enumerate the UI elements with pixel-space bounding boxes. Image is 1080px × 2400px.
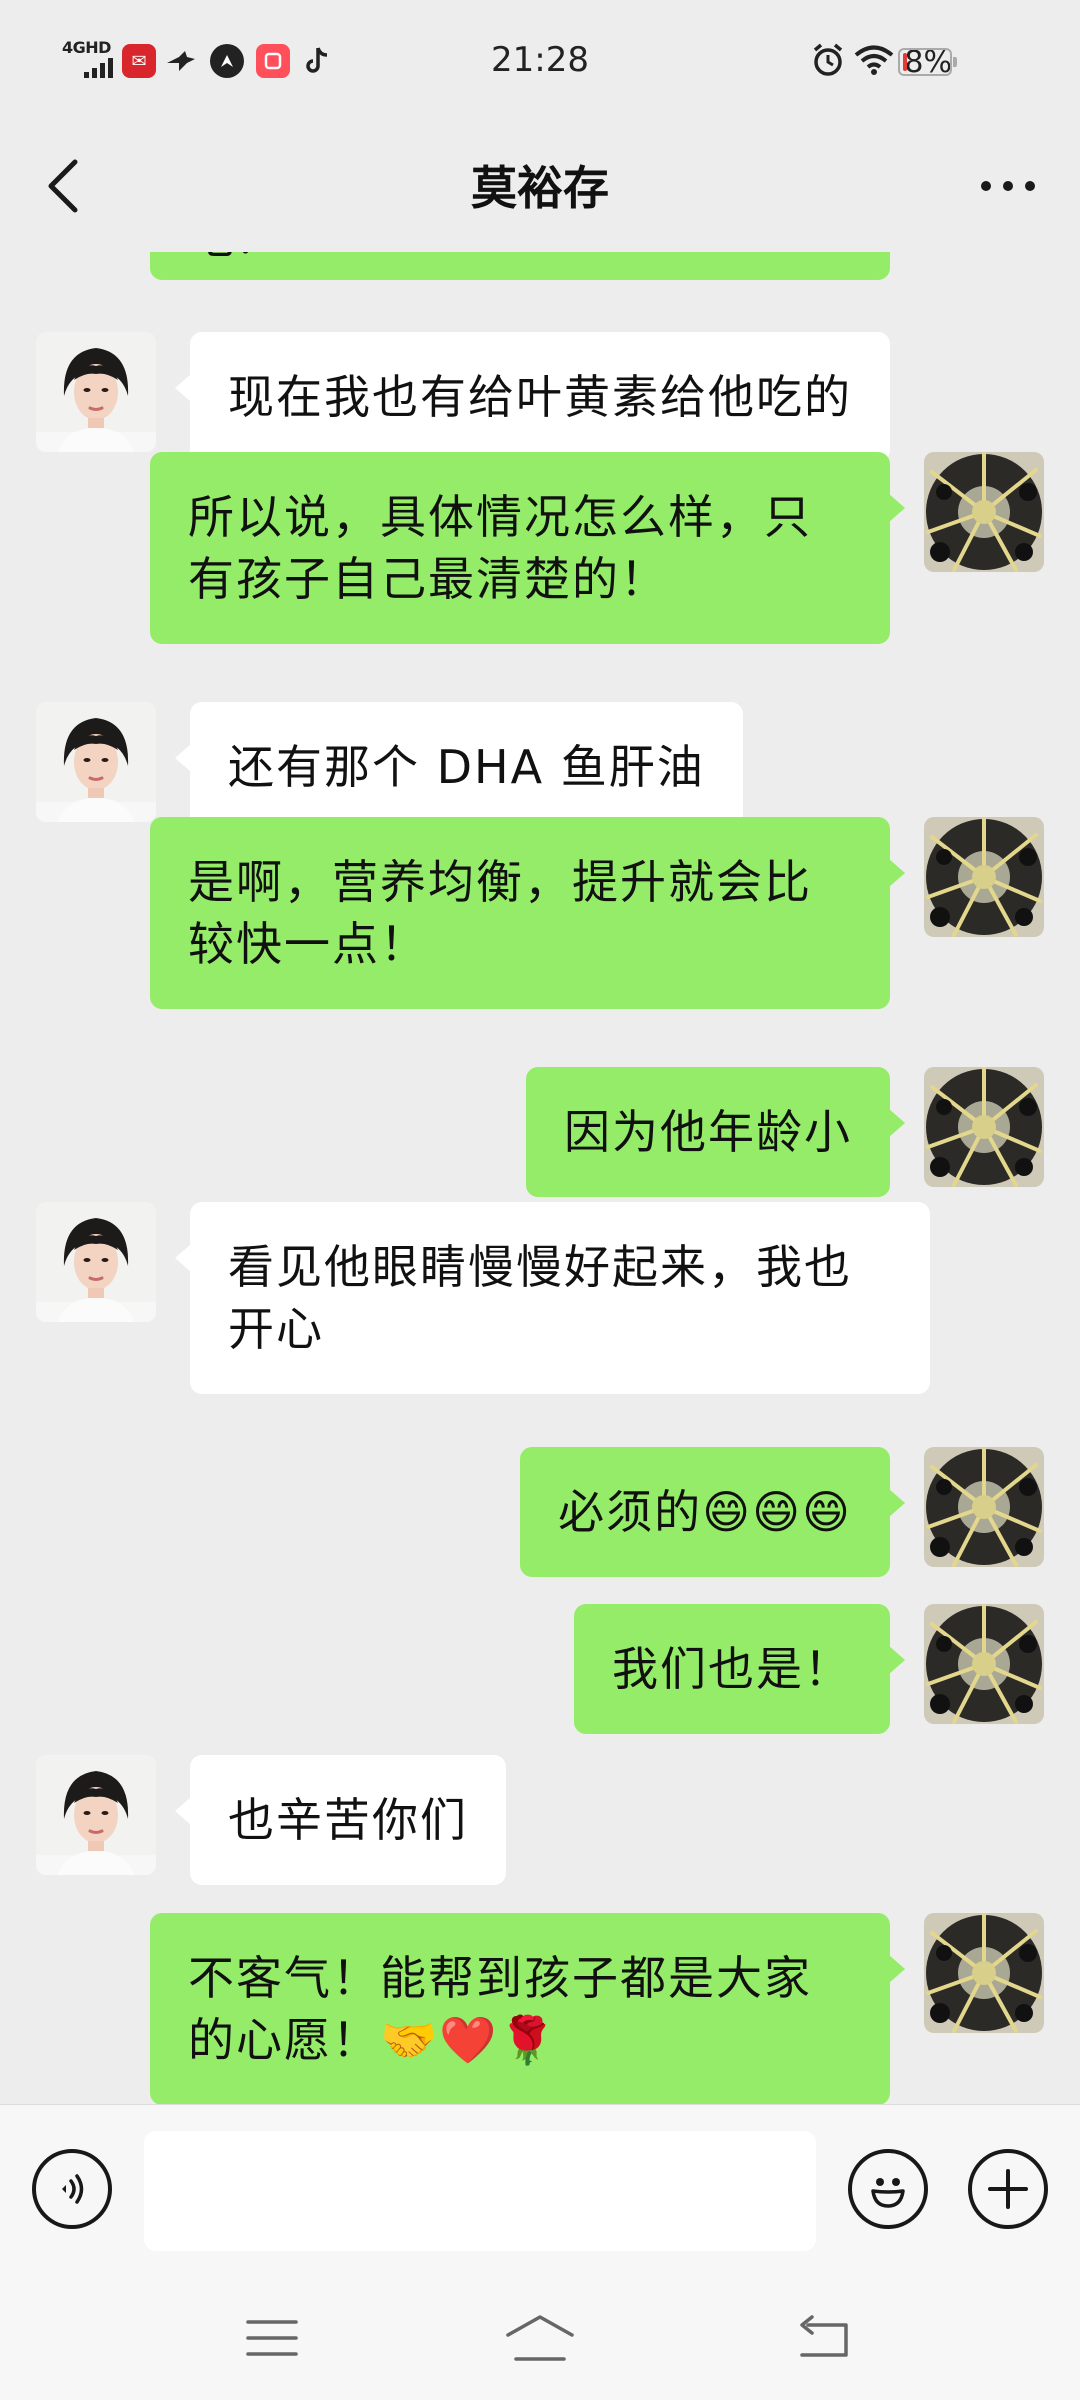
- chat-title: 莫裕存: [471, 161, 609, 215]
- voice-button[interactable]: [32, 2149, 112, 2229]
- wifi-icon: [854, 44, 894, 80]
- contact-avatar[interactable]: [36, 1755, 156, 1875]
- my-avatar[interactable]: [924, 452, 1044, 572]
- message-bubble[interactable]: 吧！: [150, 252, 890, 280]
- home-icon: [506, 2315, 574, 2361]
- message-text: 我们也是！: [612, 1642, 852, 1696]
- system-navigation-bar: [0, 2276, 1080, 2400]
- battery-icon: [898, 48, 957, 76]
- message-bubble[interactable]: 我们也是！: [574, 1604, 905, 1734]
- message-text: 也辛苦你们: [228, 1793, 468, 1847]
- chat-header: 莫裕存: [0, 120, 1080, 252]
- recent-apps-button[interactable]: [222, 2296, 322, 2380]
- home-button[interactable]: [490, 2296, 590, 2380]
- contact-avatar[interactable]: [36, 332, 156, 452]
- chevron-left-icon: [48, 159, 78, 213]
- contact-avatar[interactable]: [36, 702, 156, 822]
- alarm-icon: [812, 43, 844, 81]
- message-bubble[interactable]: 现在我也有给叶黄素给他吃的: [175, 332, 890, 462]
- message-bubble[interactable]: 看见他眼睛慢慢好起来，我也开心: [175, 1202, 930, 1394]
- battery-fill: [903, 53, 907, 71]
- message-bubble[interactable]: 因为他年龄小: [526, 1067, 905, 1197]
- more-button[interactable]: [958, 148, 1058, 224]
- status-bar: 4GHD ✉ 21:28 8%: [0, 0, 1080, 120]
- back-icon: [800, 2315, 848, 2357]
- more-dots-icon: [981, 181, 1035, 191]
- input-bar: [0, 2104, 1080, 2277]
- my-avatar[interactable]: [924, 1447, 1044, 1567]
- message-text: 看见他眼睛慢慢好起来，我也开心: [228, 1240, 852, 1356]
- system-back-button[interactable]: [774, 2296, 874, 2380]
- plus-button[interactable]: [968, 2149, 1048, 2229]
- message-bubble[interactable]: 所以说，具体情况怎么样，只有孩子自己最清楚的！: [150, 452, 905, 644]
- message-text: 现在我也有给叶黄素给他吃的: [228, 370, 852, 424]
- emoji-button[interactable]: [848, 2149, 928, 2229]
- my-avatar[interactable]: [924, 1604, 1044, 1724]
- message-text: 不客气！能帮到孩子都是大家的心愿！🤝❤️🌹: [188, 1951, 812, 2067]
- message-text: 是啊，营养均衡，提升就会比较快一点！: [188, 855, 812, 971]
- back-button[interactable]: [24, 148, 100, 224]
- my-avatar[interactable]: [924, 1913, 1044, 2033]
- message-list[interactable]: 吧！ 现在我也有给叶黄素给他吃的 所以说，具体情况怎么样，只有孩子自己最清楚的！: [0, 252, 1080, 2104]
- message-bubble[interactable]: 还有那个 DHA 鱼肝油: [175, 702, 743, 832]
- message-text: 因为他年龄小: [564, 1105, 852, 1159]
- my-avatar[interactable]: [924, 1067, 1044, 1187]
- message-text: 还有那个 DHA 鱼肝油: [228, 740, 705, 794]
- contact-avatar[interactable]: [36, 1202, 156, 1322]
- message-input[interactable]: [144, 2131, 816, 2251]
- my-avatar[interactable]: [924, 817, 1044, 937]
- message-bubble[interactable]: 是啊，营养均衡，提升就会比较快一点！: [150, 817, 905, 1009]
- emoji-icon: [871, 2178, 905, 2208]
- message-text: 吧！: [188, 252, 280, 268]
- menu-icon: [246, 2320, 298, 2356]
- message-text: 必须的😄😄😄: [558, 1485, 852, 1539]
- message-bubble[interactable]: 也辛苦你们: [175, 1755, 506, 1885]
- message-bubble[interactable]: 必须的😄😄😄: [520, 1447, 905, 1577]
- voice-icon: [62, 2174, 84, 2204]
- message-text: 所以说，具体情况怎么样，只有孩子自己最清楚的！: [188, 490, 812, 606]
- plus-icon: [988, 2169, 1028, 2209]
- message-bubble[interactable]: 不客气！能帮到孩子都是大家的心愿！🤝❤️🌹: [150, 1913, 905, 2104]
